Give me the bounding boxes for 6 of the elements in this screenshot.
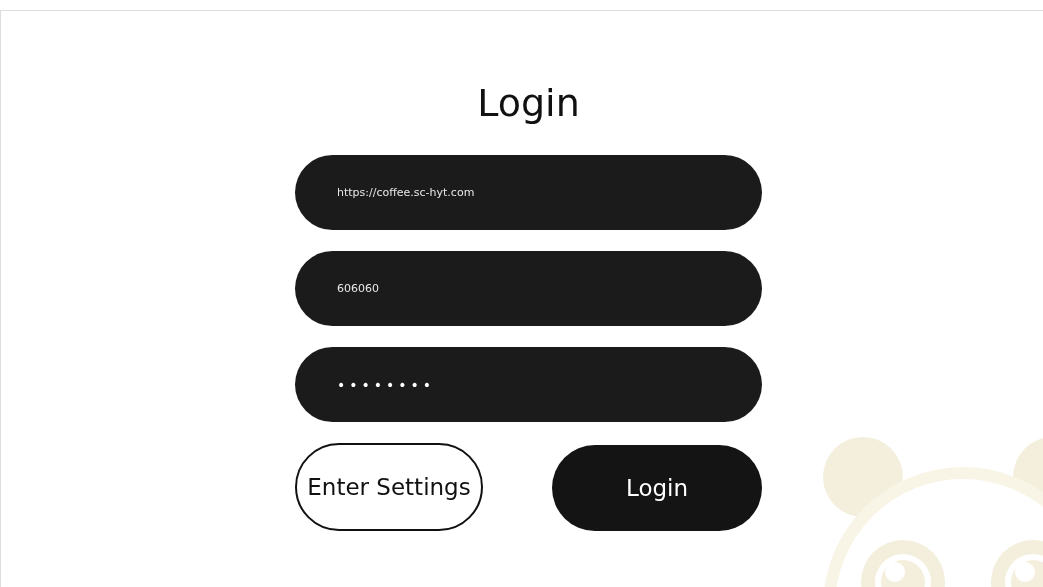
- login-title: Login: [476, 81, 581, 125]
- login-button[interactable]: Login: [552, 445, 762, 531]
- input-field[interactable]: 606060: [295, 251, 762, 326]
- settings-button[interactable]: Enter Settings: [295, 443, 483, 531]
- input-field[interactable]: https://coffee.sc-hyt.com: [295, 155, 762, 230]
- input-field[interactable]: ••••••••: [295, 347, 762, 422]
